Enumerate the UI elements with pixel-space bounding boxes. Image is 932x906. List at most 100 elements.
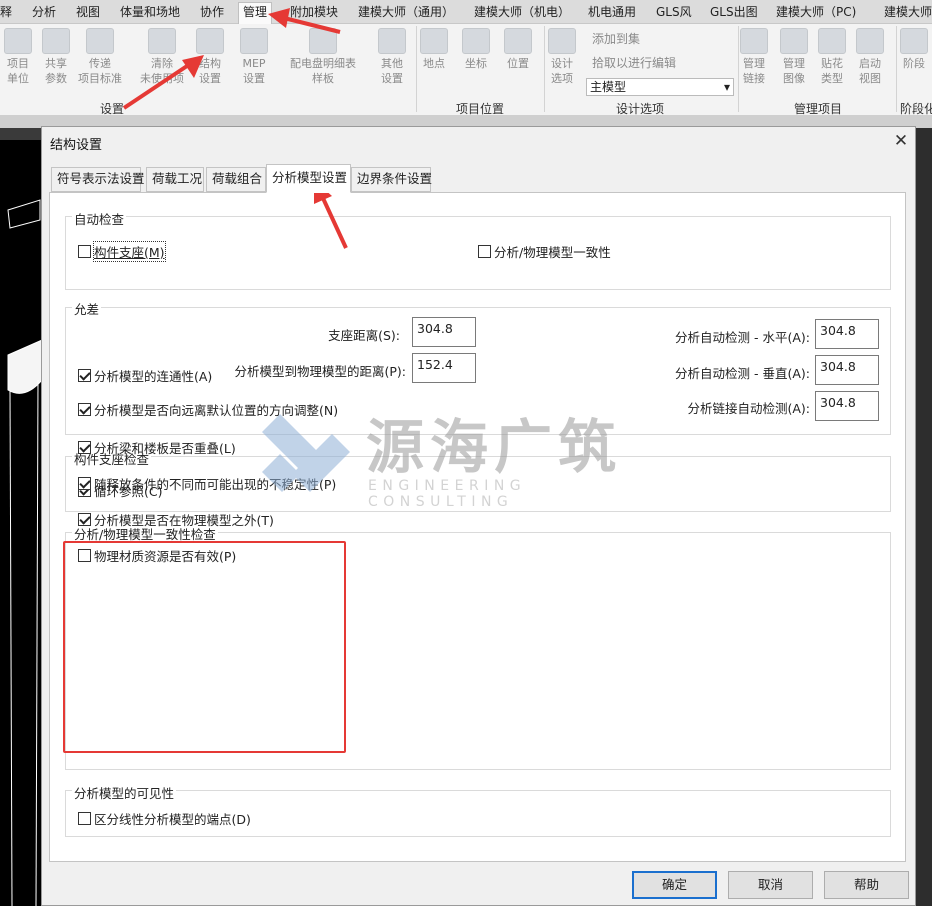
checkbox-box[interactable]: [78, 477, 91, 490]
auto-check-title: 自动检查: [72, 209, 127, 228]
ribbon-tab[interactable]: 建模大师（机电）: [474, 3, 570, 23]
checkbox-label: 分析模型是否在物理模型之外(T): [94, 513, 274, 528]
checkbox-box[interactable]: [78, 812, 91, 825]
ribbon-button-label: 结构 设置: [199, 57, 221, 85]
ribbon-tab[interactable]: 协作: [200, 3, 224, 23]
ribbon-group-label: 设计选项: [616, 102, 665, 116]
distinguish-endpoints-checkbox[interactable]: 区分线性分析模型的端点(D): [78, 809, 251, 828]
project-units-icon: [4, 28, 32, 54]
checkbox-box[interactable]: [78, 513, 91, 526]
ribbon-button-label: 清除 未使用项: [140, 57, 184, 85]
dialog-tab[interactable]: 符号表示法设置: [51, 167, 145, 192]
ribbon-button-label: 位置: [507, 57, 529, 70]
ribbon-tab[interactable]: 建模大师（PC): [776, 3, 856, 23]
ribbon-group-separator: [738, 26, 739, 112]
ribbon-tab[interactable]: 视图: [76, 3, 100, 23]
ribbon-button[interactable]: 清除 未使用项: [140, 28, 184, 86]
ok-button[interactable]: 确定: [632, 871, 717, 899]
ribbon-button[interactable]: 配电盘明细表 样板: [290, 28, 356, 86]
dialog-tab[interactable]: 荷载工况: [146, 167, 204, 192]
ribbon-group-separator: [896, 26, 897, 112]
ribbon-button-label: MEP 设置: [242, 57, 266, 85]
auto-detect-horizontal-input[interactable]: 304.8: [815, 319, 879, 349]
checkbox-box[interactable]: [78, 245, 91, 258]
ribbon-button-label: 设计 选项: [551, 57, 573, 85]
ribbon-tab[interactable]: 释: [0, 3, 12, 23]
ribbon-tab[interactable]: GLS风: [656, 3, 692, 23]
tolerance-title: 允差: [72, 299, 102, 318]
ribbon-group-label: 设置: [100, 102, 125, 116]
ribbon-tab[interactable]: 附加模块: [290, 3, 338, 23]
dialog-tab[interactable]: 荷载组合: [206, 167, 266, 192]
ribbon-button[interactable]: 启动 视图: [856, 28, 884, 86]
design-option-action[interactable]: 添加到集: [592, 32, 640, 47]
ribbon-tab[interactable]: 建模大师: [884, 3, 932, 23]
analytical-model-settings-panel: 自动检查 构件支座(M) 分析/物理模型一致性 允差 支座距离(S): 304.…: [49, 192, 906, 862]
ribbon-group-separator: [416, 26, 417, 112]
position-icon: [504, 28, 532, 54]
dialog-tab[interactable]: 分析模型设置: [266, 164, 351, 193]
cancel-button[interactable]: 取消: [728, 871, 813, 899]
consistency-check-item[interactable]: 分析模型的连通性(A): [78, 366, 212, 385]
checkbox-box[interactable]: [78, 441, 91, 454]
ribbon-button[interactable]: 设计 选项: [548, 28, 576, 86]
ribbon-tab[interactable]: 体量和场地: [120, 3, 180, 23]
chevron-down-icon: ▾: [723, 80, 730, 94]
starting-view-icon: [856, 28, 884, 54]
ribbon-tab[interactable]: 建模大师（通用）: [358, 3, 454, 23]
consistency-check-item[interactable]: 分析模型是否在物理模型之外(T): [78, 510, 274, 529]
consistency-check-item[interactable]: 分析梁和楼板是否重叠(L): [78, 438, 236, 457]
wrench-icon: [378, 28, 406, 54]
design-option-action[interactable]: 拾取以进行编辑: [592, 56, 676, 71]
ribbon-button[interactable]: 管理 链接: [740, 28, 768, 86]
ribbon-tab[interactable]: 管理: [238, 2, 273, 24]
checkbox-box[interactable]: [78, 403, 91, 416]
support-distance-input[interactable]: 304.8: [412, 317, 476, 347]
ribbon-button[interactable]: 传递 项目标准: [78, 28, 122, 86]
ribbon-button[interactable]: 结构 设置: [196, 28, 224, 86]
auto-detect-horizontal-label: 分析自动检测 - 水平(A):: [675, 330, 810, 345]
main-model-select[interactable]: 主模型 ▾: [586, 78, 734, 96]
analytical-to-physical-input[interactable]: 152.4: [412, 353, 476, 383]
ribbon-tab[interactable]: GLS出图: [710, 3, 758, 23]
ribbon-button[interactable]: 贴花 类型: [818, 28, 846, 86]
link-auto-detect-input[interactable]: 304.8: [815, 391, 879, 421]
ribbon-button-label: 其他 设置: [381, 57, 403, 85]
checkbox-box[interactable]: [78, 369, 91, 382]
visibility-title: 分析模型的可见性: [72, 783, 177, 802]
mep-settings-icon: [240, 28, 268, 54]
ribbon-group-label: 项目位置: [456, 102, 505, 116]
ribbon-button-label: 贴花 类型: [821, 57, 843, 85]
panel-schedule-icon: [309, 28, 337, 54]
ribbon-button-label: 地点: [423, 57, 445, 70]
checkbox-label: 区分线性分析模型的端点(D): [94, 812, 251, 827]
ribbon-button-label: 启动 视图: [859, 57, 881, 85]
ribbon-button[interactable]: 项目 单位: [4, 28, 32, 86]
ribbon-button[interactable]: 位置: [504, 28, 532, 71]
ribbon-button[interactable]: MEP 设置: [240, 28, 268, 86]
help-button[interactable]: 帮助: [824, 871, 909, 899]
dialog-tab[interactable]: 边界条件设置: [351, 167, 432, 192]
auto-detect-vertical-input[interactable]: 304.8: [815, 355, 879, 385]
consistency-checkbox[interactable]: 分析/物理模型一致性: [478, 242, 611, 261]
watermark-en: ENGINEERING CONSULTING: [368, 478, 527, 510]
structural-settings-icon: [196, 28, 224, 54]
right-strip: [916, 128, 932, 906]
close-icon[interactable]: ✕: [888, 129, 914, 153]
ribbon-group-separator: [544, 26, 545, 112]
checkbox-label: 分析模型的连通性(A): [94, 369, 213, 384]
globe-icon: [420, 28, 448, 54]
ribbon-tab[interactable]: 机电通用: [588, 3, 636, 23]
ribbon-button[interactable]: 坐标: [462, 28, 490, 71]
ribbon-button[interactable]: 管理 图像: [780, 28, 808, 86]
ribbon-button[interactable]: 共享 参数: [42, 28, 70, 86]
ribbon-button-label: 传递 项目标准: [78, 57, 122, 85]
watermark-cn: 源海广筑: [366, 413, 623, 481]
ribbon-tab[interactable]: 分析: [32, 3, 56, 23]
support-distance-label: 支座距离(S):: [328, 328, 400, 343]
ribbon-button[interactable]: 阶段: [900, 28, 928, 71]
checkbox-box[interactable]: [478, 245, 491, 258]
ribbon-button[interactable]: 地点: [420, 28, 448, 71]
member-supports-checkbox[interactable]: 构件支座(M): [78, 241, 166, 262]
ribbon-button[interactable]: 其他 设置: [378, 28, 406, 86]
